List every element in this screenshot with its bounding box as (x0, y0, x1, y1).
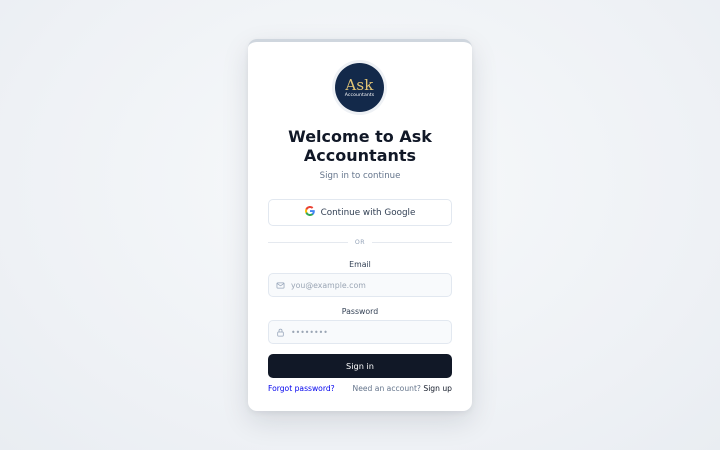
mail-icon (276, 281, 285, 290)
or-divider: OR (268, 237, 453, 247)
password-label: Password (341, 307, 379, 316)
need-account-text: Need an account? (352, 384, 421, 393)
card-footer: Forgot password? Need an account? Sign u… (268, 384, 452, 393)
password-field-container[interactable] (268, 320, 452, 344)
continue-with-google-button[interactable]: Continue with Google (268, 199, 452, 226)
page-title: Welcome to Ask Accountants (288, 127, 432, 165)
password-input[interactable] (291, 327, 441, 337)
logo-secondary-text: Accountants (344, 92, 375, 98)
lock-icon (276, 328, 285, 337)
google-icon (304, 206, 315, 219)
google-button-label: Continue with Google (320, 207, 416, 218)
email-label: Email (349, 260, 371, 269)
signup-prompt: Need an account? Sign up (353, 384, 452, 393)
login-card: Ask Accountants Welcome to Ask Accountan… (248, 39, 472, 411)
page-background: Ask Accountants Welcome to Ask Accountan… (0, 0, 720, 450)
page-subtitle: Sign in to continue (319, 171, 401, 181)
email-field-container[interactable] (268, 273, 452, 297)
logo-primary-text: Ask (345, 75, 374, 94)
divider-label: OR (354, 238, 366, 246)
email-input[interactable] (291, 280, 441, 290)
sign-up-link[interactable]: Sign up (423, 384, 452, 393)
brand-logo: Ask Accountants (335, 63, 384, 112)
divider-line-right (372, 241, 453, 243)
sign-in-button[interactable]: Sign in (268, 354, 452, 378)
divider-line-left (268, 241, 348, 243)
forgot-password-link[interactable]: Forgot password? (268, 384, 335, 393)
